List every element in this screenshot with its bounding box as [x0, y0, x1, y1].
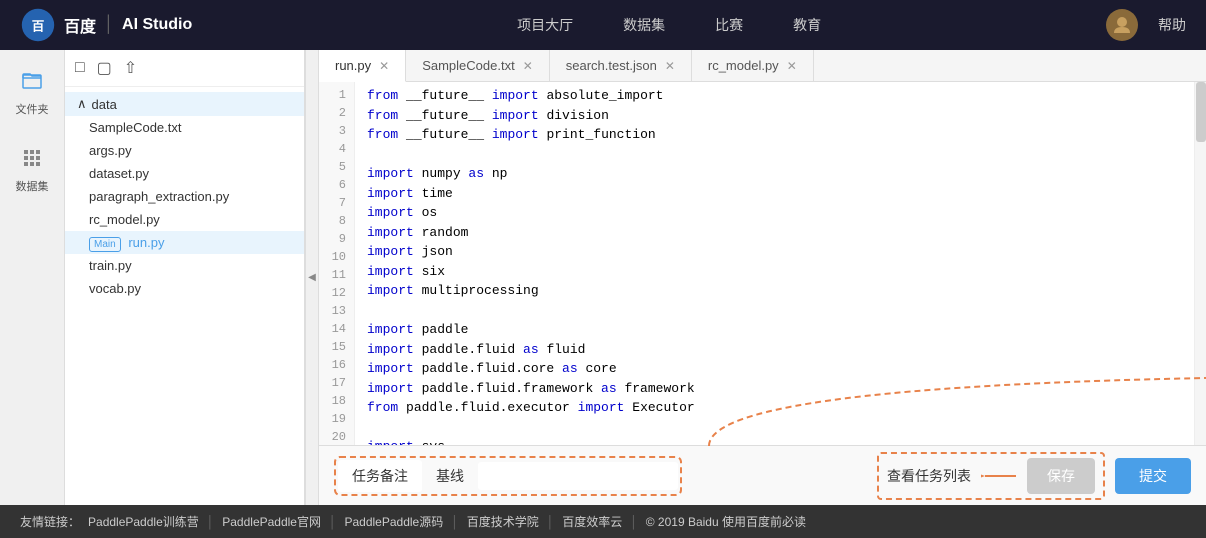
baidu-logo-icon: 百 [20, 7, 56, 43]
brand-name: 百度 [64, 13, 96, 37]
task-input-group: 任务备注 基线 [334, 456, 682, 496]
tab-bar: run.py ✕ SampleCode.txt ✕ search.test.js… [319, 50, 1206, 82]
tab-samplecode-close[interactable]: ✕ [523, 59, 533, 73]
help-link[interactable]: 帮助 [1158, 15, 1186, 35]
nav-item-education[interactable]: 教育 [793, 10, 821, 40]
top-navigation: 百 百度 │ AI Studio 项目大厅 数据集 比赛 教育 帮助 [0, 0, 1206, 50]
footer-link-1[interactable]: PaddlePaddle官网 [222, 513, 321, 530]
list-item[interactable]: dataset.py [65, 162, 304, 185]
nav-separator: │ [104, 16, 114, 34]
nav-right: 帮助 [1106, 9, 1186, 41]
folder-icon [21, 69, 43, 91]
tab-runpy-close[interactable]: ✕ [379, 59, 389, 73]
arrow-left-icon [981, 466, 1017, 486]
tab-runpy[interactable]: run.py ✕ [319, 50, 406, 82]
sidebar-datasets-label: 数据集 [16, 178, 49, 194]
file-train: train.py [89, 258, 132, 273]
tab-samplecode[interactable]: SampleCode.txt ✕ [406, 50, 550, 81]
file-samplecode: SampleCode.txt [89, 120, 182, 135]
tab-rcmodel-label: rc_model.py [708, 58, 779, 73]
product-name: AI Studio [122, 16, 192, 34]
tab-searchtest[interactable]: search.test.json ✕ [550, 50, 692, 81]
submit-button[interactable]: 提交 [1115, 458, 1191, 494]
file-paragraph: paragraph_extraction.py [89, 189, 229, 204]
file-dataset: dataset.py [89, 166, 149, 181]
new-folder-icon[interactable]: ▢ [97, 58, 112, 78]
tab-searchtest-label: search.test.json [566, 58, 657, 73]
editor-scrollbar[interactable] [1194, 82, 1206, 445]
list-item[interactable]: train.py [65, 254, 304, 277]
footer-link-0[interactable]: PaddlePaddle训练营 [88, 513, 199, 530]
file-args: args.py [89, 143, 132, 158]
tab-runpy-label: run.py [335, 58, 371, 73]
list-item[interactable]: SampleCode.txt [65, 116, 304, 139]
code-content[interactable]: from __future__ import absolute_import f… [355, 82, 1194, 445]
scrollbar-thumb[interactable] [1196, 82, 1206, 142]
upload-icon[interactable]: ⇧ [124, 58, 137, 78]
footer-link-3[interactable]: 百度技术学院 [467, 513, 539, 530]
list-item[interactable]: rc_model.py [65, 208, 304, 231]
footer: 友情链接： PaddlePaddle训练营 │ PaddlePaddle官网 │… [0, 505, 1206, 538]
folder-data[interactable]: ∧ data [65, 92, 304, 116]
sidebar: 文件夹 数据集 [0, 50, 65, 505]
footer-link-2[interactable]: PaddlePaddle源码 [344, 513, 443, 530]
line-numbers: 123456789101112131415161718192021222324 [319, 82, 355, 445]
list-item[interactable]: vocab.py [65, 277, 304, 300]
tab-samplecode-label: SampleCode.txt [422, 58, 515, 73]
sidebar-item-files[interactable] [12, 60, 52, 100]
logo[interactable]: 百 百度 │ AI Studio [20, 7, 192, 43]
code-scroll: 123456789101112131415161718192021222324 … [319, 82, 1206, 445]
user-avatar-icon [1110, 13, 1134, 37]
file-runpy: run.py [128, 235, 164, 250]
file-rcmodel: rc_model.py [89, 212, 160, 227]
tab-rcmodel-close[interactable]: ✕ [787, 59, 797, 73]
list-item[interactable]: args.py [65, 139, 304, 162]
tab-searchtest-close[interactable]: ✕ [665, 59, 675, 73]
task-input[interactable] [478, 462, 678, 490]
file-tree-header: □ ▢ ⇧ [65, 50, 304, 87]
baseline-tab[interactable]: 基线 [422, 460, 478, 492]
file-tree: □ ▢ ⇧ ∧ data SampleCode.txt args.py data… [65, 50, 305, 505]
file-vocab: vocab.py [89, 281, 141, 296]
nav-item-projects[interactable]: 项目大厅 [517, 10, 573, 40]
list-item[interactable]: Main run.py [65, 231, 304, 254]
sidebar-item-datasets[interactable] [12, 137, 52, 177]
avatar[interactable] [1106, 9, 1138, 41]
nav-item-datasets[interactable]: 数据集 [623, 10, 665, 40]
editor-area: run.py ✕ SampleCode.txt ✕ search.test.js… [319, 50, 1206, 505]
task-notes-tab[interactable]: 任务备注 [338, 460, 422, 492]
svg-text:百: 百 [32, 19, 45, 33]
nav-item-competition[interactable]: 比赛 [715, 10, 743, 40]
bottom-bar: 任务备注 基线 查看任务列表 保存 提交 [319, 445, 1206, 505]
footer-link-4[interactable]: 百度效率云 [562, 513, 622, 530]
footer-prefix: 友情链接： [20, 513, 80, 530]
sidebar-files-label: 文件夹 [16, 101, 49, 117]
tab-rcmodel[interactable]: rc_model.py ✕ [692, 50, 814, 81]
code-editor[interactable]: 123456789101112131415161718192021222324 … [319, 82, 1206, 445]
nav-links: 项目大厅 数据集 比赛 教育 [232, 10, 1106, 40]
file-tree-body: ∧ data SampleCode.txt args.py dataset.py… [65, 87, 304, 505]
view-tasks-button[interactable]: 查看任务列表 [887, 466, 971, 486]
folder-data-label: data [92, 97, 117, 112]
chevron-down-icon: ∧ [77, 96, 87, 112]
datasets-icon [21, 146, 43, 168]
new-file-icon[interactable]: □ [75, 59, 85, 77]
main-badge: Main [89, 237, 121, 252]
collapse-handle[interactable]: ◀ [305, 50, 319, 505]
main-content: 文件夹 数据集 □ ▢ ⇧ ∧ data [0, 50, 1206, 505]
footer-copyright: © 2019 Baidu 使用百度前必读 [646, 513, 806, 530]
save-button[interactable]: 保存 [1027, 458, 1095, 494]
list-item[interactable]: paragraph_extraction.py [65, 185, 304, 208]
